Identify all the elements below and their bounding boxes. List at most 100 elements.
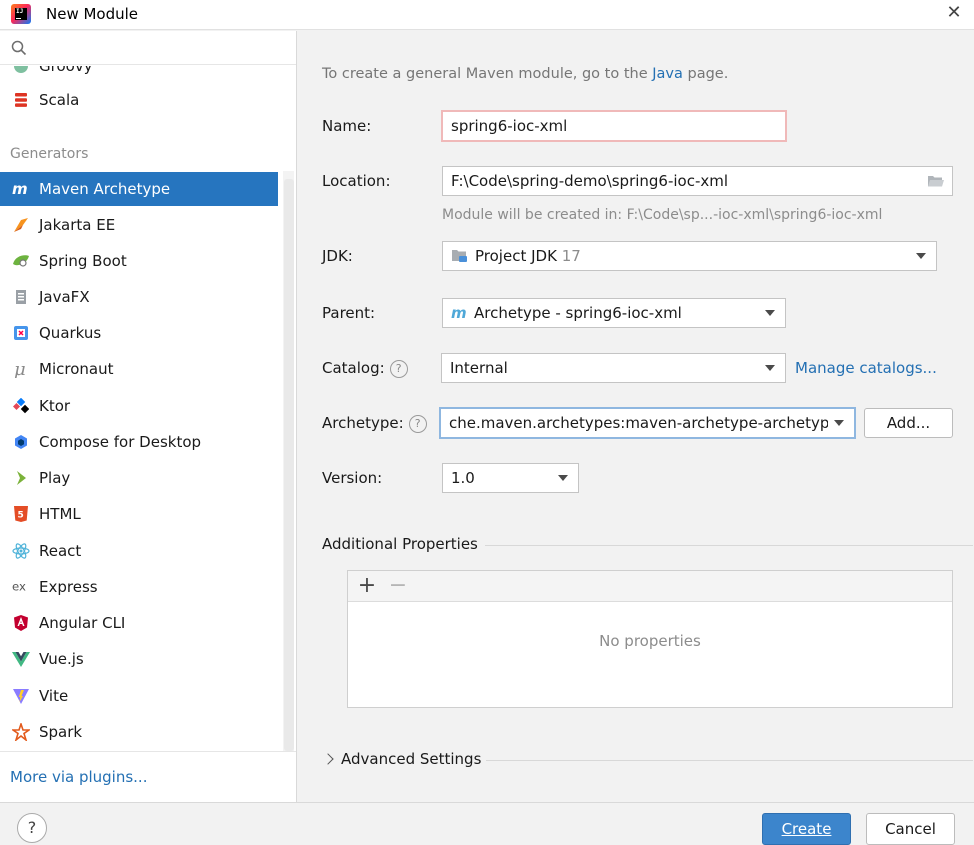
sidebar-item-vite[interactable]: Vite	[0, 679, 278, 713]
version-select-value: 1.0	[451, 469, 475, 487]
sidebar-item-play[interactable]: Play	[0, 461, 278, 495]
more-via-plugins-link[interactable]: More via plugins...	[10, 768, 147, 786]
sidebar-item-label: Compose for Desktop	[39, 433, 202, 451]
cancel-button[interactable]: Cancel	[866, 813, 955, 845]
javafx-icon	[12, 288, 30, 306]
create-button-label: Create	[781, 820, 832, 838]
version-select[interactable]: 1.0	[442, 463, 579, 493]
java-page-link[interactable]: Java	[652, 66, 683, 82]
jdk-name: Project JDK	[475, 247, 557, 265]
properties-toolbar: + −	[348, 571, 952, 602]
compose-icon	[12, 433, 30, 451]
sidebar-scrollbar-thumb[interactable]	[284, 179, 294, 751]
add-property-button[interactable]: +	[357, 573, 377, 598]
sidebar-item-html[interactable]: 5 HTML	[0, 497, 278, 531]
advanced-settings-toggle[interactable]: Advanced Settings	[341, 750, 481, 768]
hint-text-end: page.	[682, 66, 729, 82]
sidebar-item-maven-archetype[interactable]: m Maven Archetype	[0, 172, 278, 206]
spark-icon	[12, 723, 30, 741]
additional-properties-title: Additional Properties	[322, 535, 478, 553]
chevron-right-icon[interactable]	[322, 753, 334, 765]
sidebar-item-label: Express	[39, 578, 98, 596]
sidebar-item-jakarta-ee[interactable]: Jakarta EE	[0, 208, 278, 242]
sidebar-item-label: Groovy	[39, 66, 93, 75]
sidebar-item-label: Spark	[39, 723, 83, 741]
sidebar-item-label: Angular CLI	[39, 614, 126, 632]
parent-select-value: Archetype - spring6-ioc-xml	[474, 304, 682, 322]
sidebar-item-label: HTML	[39, 505, 81, 523]
empty-properties-text: No properties	[599, 632, 701, 650]
sidebar-item-label: Maven Archetype	[39, 180, 171, 198]
sidebar-item-groovy[interactable]: Groovy	[0, 66, 278, 83]
chevron-down-icon	[765, 365, 775, 371]
location-label: Location:	[322, 172, 391, 190]
generators-section-header: Generators	[10, 146, 89, 162]
sidebar-item-javafx[interactable]: JavaFX	[0, 280, 278, 314]
sidebar-item-label: Ktor	[39, 397, 71, 415]
sidebar-item-angular-cli[interactable]: Angular CLI	[0, 606, 278, 640]
name-input[interactable]	[443, 112, 785, 140]
help-question-icon[interactable]: ?	[408, 415, 427, 433]
sidebar-item-micronaut[interactable]: μ Micronaut	[0, 352, 278, 386]
sidebar-item-react[interactable]: React	[0, 534, 278, 568]
catalog-select-value: Internal	[450, 359, 508, 377]
sidebar-item-spark[interactable]: Spark	[0, 715, 278, 749]
chevron-down-icon	[765, 310, 775, 316]
svg-text:ex: ex	[12, 580, 26, 594]
add-archetype-button[interactable]: Add...	[864, 408, 953, 438]
search-input[interactable]	[34, 35, 284, 61]
react-icon	[12, 542, 30, 560]
jdk-select[interactable]: Project JDK 17	[442, 241, 937, 271]
catalog-label: Catalog:?	[322, 359, 408, 378]
sidebar-item-ktor[interactable]: Ktor	[0, 389, 278, 423]
sidebar-search	[0, 31, 296, 65]
search-icon	[11, 40, 27, 56]
archetype-select[interactable]: che.maven.archetypes:maven-archetype-arc…	[439, 407, 856, 439]
parent-select[interactable]: m Archetype - spring6-ioc-xml	[442, 298, 786, 328]
name-label: Name:	[322, 117, 372, 135]
folder-icon[interactable]	[927, 174, 945, 188]
hint-text: To create a general Maven module, go to …	[322, 66, 653, 82]
svg-text:m: m	[451, 306, 467, 320]
more-plugins-area: More via plugins...	[0, 751, 296, 802]
catalog-label-text: Catalog:	[322, 359, 385, 377]
html5-icon: 5	[12, 505, 30, 523]
chevron-down-icon	[558, 475, 568, 481]
title-bar: IJ New Module ✕	[0, 0, 974, 30]
separator	[485, 545, 973, 546]
version-label: Version:	[322, 469, 383, 487]
maven-parent-icon: m	[451, 306, 467, 320]
svg-text:m: m	[12, 182, 28, 196]
micronaut-icon: μ	[12, 360, 30, 378]
jdk-folder-icon	[452, 250, 467, 262]
sidebar-item-label: React	[39, 542, 82, 560]
sidebar-item-spring-boot[interactable]: Spring Boot	[0, 244, 278, 278]
create-button[interactable]: Create	[762, 813, 851, 845]
remove-property-button[interactable]: −	[388, 573, 408, 598]
sidebar-item-scala[interactable]: Scala	[0, 83, 278, 117]
sidebar-item-label: Vue.js	[39, 650, 84, 668]
close-icon[interactable]: ✕	[944, 3, 964, 23]
sidebar-item-label: Quarkus	[39, 324, 102, 342]
separator	[486, 760, 973, 761]
groovy-icon	[12, 66, 30, 75]
catalog-select[interactable]: Internal	[441, 353, 786, 383]
manage-catalogs-link[interactable]: Manage catalogs...	[795, 359, 937, 377]
sidebar-item-label: Play	[39, 469, 71, 487]
play-icon	[12, 469, 30, 487]
help-question-icon[interactable]: ?	[389, 360, 408, 378]
help-button[interactable]: ?	[17, 813, 47, 843]
sidebar-item-compose-for-desktop[interactable]: Compose for Desktop	[0, 425, 278, 459]
jdk-version: 17	[561, 247, 581, 265]
jdk-label: JDK:	[322, 247, 353, 265]
location-input[interactable]	[443, 167, 913, 195]
generator-sidebar: Groovy Scala Generators m Maven Archetyp…	[0, 31, 297, 802]
sidebar-item-vuejs[interactable]: Vue.js	[0, 642, 278, 676]
intellij-logo-icon: IJ	[11, 4, 31, 24]
name-field-wrapper	[441, 110, 787, 142]
sidebar-item-express[interactable]: ex Express	[0, 570, 278, 604]
spring-boot-icon	[12, 252, 30, 270]
archetype-select-value: che.maven.archetypes:maven-archetype-arc…	[449, 414, 828, 432]
archetype-label-text: Archetype:	[322, 414, 404, 432]
sidebar-item-quarkus[interactable]: Quarkus	[0, 316, 278, 350]
